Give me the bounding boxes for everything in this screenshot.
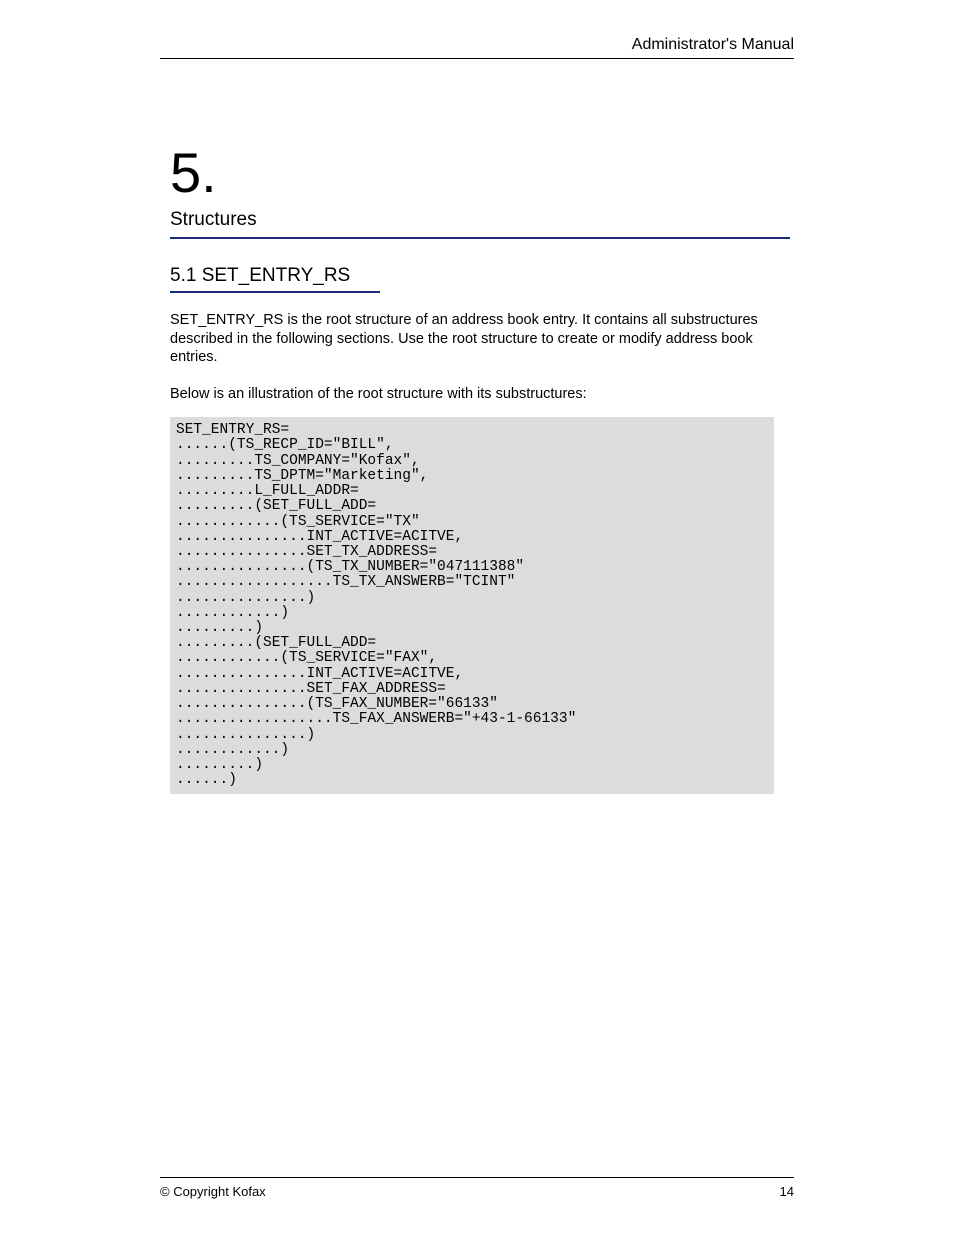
code-line: ............(TS_SERVICE="TX" bbox=[176, 514, 420, 530]
code-line: ...............(TS_FAX_NUMBER="66133" bbox=[176, 696, 498, 712]
page-footer: © Copyright Kofax 14 bbox=[160, 1177, 794, 1199]
footer-divider bbox=[160, 1177, 794, 1178]
code-line: ...............INT_ACTIVE=ACITVE, bbox=[176, 529, 463, 545]
header-title: Administrator's Manual bbox=[160, 36, 794, 58]
code-line: ...............) bbox=[176, 590, 315, 606]
body-paragraph: Below is an illustration of the root str… bbox=[170, 385, 790, 404]
body-paragraph: SET_ENTRY_RS is the root structure of an… bbox=[170, 311, 790, 367]
code-line: ............) bbox=[176, 742, 289, 758]
code-line: ......) bbox=[176, 772, 237, 788]
code-block: SET_ENTRY_RS= ......(TS_RECP_ID="BILL", … bbox=[170, 417, 774, 794]
code-line: ...............(TS_TX_NUMBER="047111388" bbox=[176, 559, 524, 575]
footer-copyright: © Copyright Kofax bbox=[160, 1184, 266, 1199]
code-line: ...............) bbox=[176, 727, 315, 743]
header-divider bbox=[160, 58, 794, 59]
chapter-number: 5. bbox=[170, 140, 790, 205]
code-line: ...............SET_TX_ADDRESS= bbox=[176, 544, 437, 560]
code-line: ...............INT_ACTIVE=ACITVE, bbox=[176, 666, 463, 682]
code-line: .........L_FULL_ADDR= bbox=[176, 483, 359, 499]
page-header: Administrator's Manual bbox=[160, 36, 794, 59]
page-content: 5. Structures 5.1 SET_ENTRY_RS SET_ENTRY… bbox=[170, 140, 790, 794]
code-line: ............(TS_SERVICE="FAX", bbox=[176, 650, 437, 666]
code-line: ...............SET_FAX_ADDRESS= bbox=[176, 681, 446, 697]
code-line: ..................TS_FAX_ANSWERB="+43-1-… bbox=[176, 711, 576, 727]
code-line: .........TS_DPTM="Marketing", bbox=[176, 468, 428, 484]
code-line: SET_ENTRY_RS= bbox=[176, 422, 289, 438]
footer-page-number: 14 bbox=[780, 1184, 794, 1199]
chapter-divider bbox=[170, 237, 790, 239]
chapter-title: Structures bbox=[170, 209, 790, 231]
code-line: ............) bbox=[176, 605, 289, 621]
code-line: ..................TS_TX_ANSWERB="TCINT" bbox=[176, 574, 515, 590]
code-line: .........(SET_FULL_ADD= bbox=[176, 635, 376, 651]
code-line: .........) bbox=[176, 620, 263, 636]
section-divider bbox=[170, 291, 380, 293]
code-line: .........TS_COMPANY="Kofax", bbox=[176, 453, 420, 469]
code-line: .........) bbox=[176, 757, 263, 773]
code-line: .........(SET_FULL_ADD= bbox=[176, 498, 376, 514]
code-line: ......(TS_RECP_ID="BILL", bbox=[176, 437, 394, 453]
code-content: SET_ENTRY_RS= ......(TS_RECP_ID="BILL", … bbox=[176, 423, 768, 788]
section-title: 5.1 SET_ENTRY_RS bbox=[170, 265, 790, 287]
